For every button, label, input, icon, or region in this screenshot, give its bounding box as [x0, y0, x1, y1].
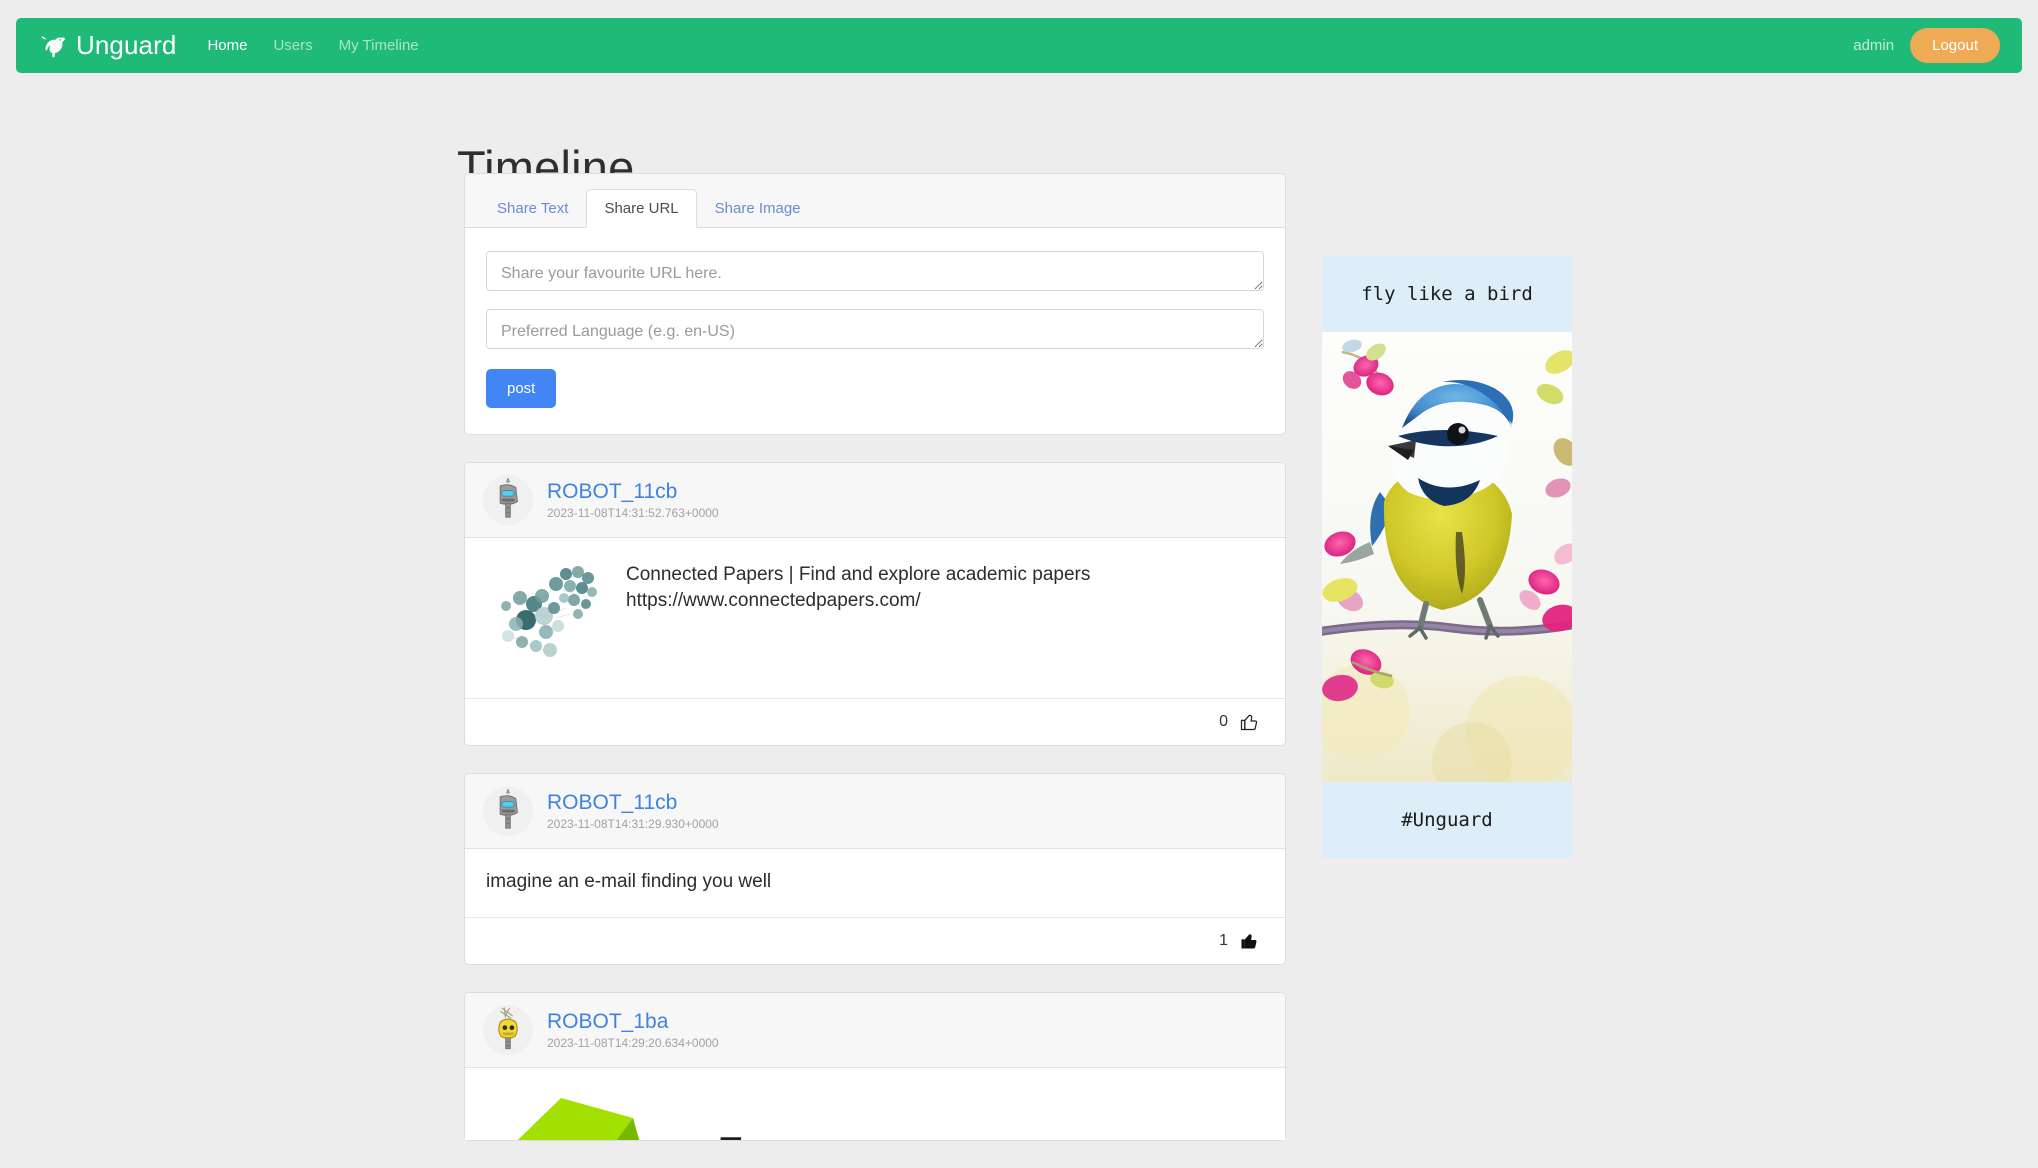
like-count: 1 — [1219, 932, 1228, 949]
ad-banner[interactable]: fly like a bird #Unguard — [1322, 256, 1572, 858]
link-url: https://www.connectedpapers.com/ — [626, 589, 921, 611]
network-graph-thumbnail — [501, 566, 597, 657]
post-card: ROBOT_11cb 2023-11-08T14:31:29.930+0000 … — [464, 773, 1286, 965]
blue-tit-bird-photo — [1322, 332, 1572, 782]
nav-link-users[interactable]: Users — [260, 31, 325, 60]
post-card: ROBOT_11cb 2023-11-08T14:31:52.763+0000 — [464, 462, 1286, 746]
page-body: Timeline Share Text Share URL Share Imag… — [0, 73, 2038, 1168]
feed-column: Share Text Share URL Share Image post — [464, 173, 1286, 1168]
ad-headline: fly like a bird — [1322, 256, 1572, 332]
grey-robot-avatar — [483, 475, 533, 525]
post-body: imagine an e-mail finding you well — [465, 849, 1285, 917]
post-timestamp: 2023-11-08T14:31:52.763+0000 — [547, 505, 719, 520]
brand-text: Unguard — [76, 30, 177, 60]
brand[interactable]: Unguard — [38, 30, 176, 61]
post-body: Connected Papers | Find and explore acad… — [465, 538, 1285, 698]
link-preview[interactable]: Connected Papers | Find and explore acad… — [626, 558, 1090, 678]
link-title: Connected Papers | Find and explore acad… — [626, 564, 1091, 585]
post-timestamp: 2023-11-08T14:31:29.930+0000 — [547, 816, 719, 831]
dynatrace-logo-image: dynatrace — [465, 1086, 1285, 1140]
post-footer: 0 — [465, 698, 1285, 745]
share-tabs: Share Text Share URL Share Image — [465, 174, 1285, 228]
thumbs-up-filled-icon[interactable] — [1239, 931, 1259, 951]
svg-text:dynatrace: dynatrace — [660, 1110, 1285, 1140]
post-text: imagine an e-mail finding you well — [486, 871, 772, 892]
post-footer: 1 — [465, 917, 1285, 964]
post-button[interactable]: post — [486, 369, 557, 408]
share-url-panel: post — [465, 228, 1285, 434]
post-author-link[interactable]: ROBOT_11cb — [547, 480, 719, 503]
post-header: ROBOT_11cb 2023-11-08T14:31:29.930+0000 — [465, 774, 1285, 849]
url-input[interactable] — [486, 251, 1264, 291]
share-card: Share Text Share URL Share Image post — [464, 173, 1286, 435]
nav-links: Home Users My Timeline — [194, 31, 431, 60]
post-meta: ROBOT_1ba 2023-11-08T14:29:20.634+0000 — [547, 1010, 719, 1049]
thumbs-up-outline-icon[interactable] — [1239, 712, 1259, 732]
nav-right: admin Logout — [1853, 28, 2000, 63]
post-header: ROBOT_11cb 2023-11-08T14:31:52.763+0000 — [465, 463, 1285, 538]
main-navbar: Unguard Home Users My Timeline admin Log… — [16, 18, 2022, 73]
logout-button[interactable]: Logout — [1910, 28, 2000, 63]
tab-share-text[interactable]: Share Text — [479, 189, 586, 228]
ad-hashtag: #Unguard — [1322, 782, 1572, 858]
current-user-label: admin — [1853, 37, 1895, 54]
nav-link-home[interactable]: Home — [194, 31, 260, 60]
tab-share-url[interactable]: Share URL — [586, 189, 697, 228]
post-card: ROBOT_1ba 2023-11-08T14:29:20.634+0000 d… — [464, 992, 1286, 1141]
post-header: ROBOT_1ba 2023-11-08T14:29:20.634+0000 — [465, 993, 1285, 1068]
bird-logo-icon — [41, 35, 65, 57]
post-meta: ROBOT_11cb 2023-11-08T14:31:29.930+0000 — [547, 791, 719, 830]
post-author-link[interactable]: ROBOT_11cb — [547, 791, 719, 814]
post-author-link[interactable]: ROBOT_1ba — [547, 1010, 719, 1033]
post-meta: ROBOT_11cb 2023-11-08T14:31:52.763+0000 — [547, 480, 719, 519]
grey-robot-avatar — [483, 786, 533, 836]
post-timestamp: 2023-11-08T14:29:20.634+0000 — [547, 1035, 719, 1050]
yellow-robot-avatar — [483, 1005, 533, 1055]
language-input[interactable] — [486, 309, 1264, 349]
post-body: dynatrace — [465, 1068, 1285, 1140]
like-count: 0 — [1219, 713, 1228, 730]
nav-link-my-timeline[interactable]: My Timeline — [326, 31, 432, 60]
tab-share-image[interactable]: Share Image — [697, 189, 819, 228]
